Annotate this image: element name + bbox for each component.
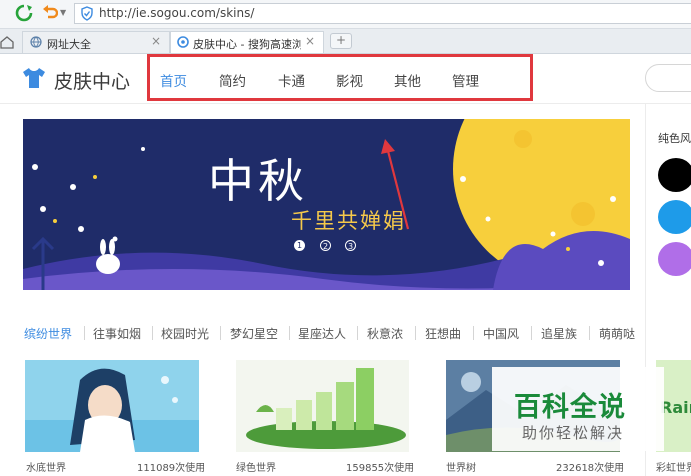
skin-thumbnail-underwater[interactable]: [25, 360, 199, 452]
side-panel-title: 纯色风: [658, 132, 691, 145]
banner-dot-2[interactable]: 2: [320, 240, 331, 251]
category-5[interactable]: 秋意浓: [367, 325, 403, 342]
category-divider: [473, 326, 474, 340]
skin-thumbnail-green[interactable]: [236, 360, 409, 452]
sogou-icon: [177, 36, 189, 48]
category-9[interactable]: 萌萌哒: [599, 325, 635, 342]
home-icon[interactable]: [0, 34, 14, 49]
undo-icon[interactable]: [42, 5, 59, 21]
tab-bar: 网址大全 × 皮肤中心 - 搜狗高速浏览 × +: [0, 29, 691, 54]
category-divider: [357, 326, 358, 340]
category-divider: [589, 326, 590, 340]
category-divider: [152, 326, 153, 340]
watermark-title: 百科全说: [514, 392, 626, 423]
category-0[interactable]: 缤纷世界: [24, 325, 72, 342]
category-divider: [289, 326, 290, 340]
banner-title: 中秋: [208, 154, 308, 208]
category-2[interactable]: 校园时光: [161, 325, 209, 342]
tab-label: 皮肤中心 - 搜狗高速浏览: [193, 38, 301, 51]
close-icon[interactable]: ×: [151, 34, 161, 48]
thumbnail-text: Rair: [660, 398, 691, 417]
plus-icon: +: [335, 33, 347, 47]
category-1[interactable]: 往事如烟: [93, 325, 141, 342]
category-divider: [220, 326, 221, 340]
tshirt-logo-icon: [22, 67, 46, 89]
refresh-icon[interactable]: [15, 4, 33, 22]
close-icon[interactable]: ×: [305, 34, 315, 48]
new-tab-button[interactable]: +: [330, 33, 352, 49]
address-bar[interactable]: http://ie.sogou.com/skins/: [74, 3, 691, 24]
site-title[interactable]: 皮肤中心: [54, 67, 130, 94]
category-7[interactable]: 中国风: [483, 325, 519, 342]
category-8[interactable]: 追星族: [541, 325, 577, 342]
undo-dropdown-icon[interactable]: ▼: [60, 8, 66, 17]
nav-highlight-box: [147, 54, 533, 101]
baike-watermark: 百科全说 助你轻松解决: [492, 367, 664, 451]
card-name[interactable]: 彩虹世界: [656, 459, 691, 474]
category-divider: [531, 326, 532, 340]
banner-subtitle: 千里共婵娟: [291, 209, 406, 233]
category-divider: [415, 326, 416, 340]
swatch-purple[interactable]: [658, 242, 691, 276]
banner-dot-1[interactable]: 1: [294, 240, 305, 251]
address-url: http://ie.sogou.com/skins/: [99, 6, 255, 20]
swatch-black[interactable]: [658, 158, 691, 192]
tab-nav-sites[interactable]: 网址大全 ×: [22, 31, 170, 53]
header-divider: [0, 103, 691, 104]
tab-skin-center[interactable]: 皮肤中心 - 搜狗高速浏览 ×: [170, 31, 324, 53]
category-4[interactable]: 星座达人: [298, 325, 346, 342]
category-3[interactable]: 梦幻星空: [230, 325, 278, 342]
swatch-blue[interactable]: [658, 200, 691, 234]
shield-icon: [80, 6, 94, 21]
banner[interactable]: 中秋 千里共婵娟 1 2 3: [23, 119, 630, 290]
card-name[interactable]: 绿色世界: [236, 459, 276, 474]
card-uses: 111089次使用: [137, 463, 206, 474]
card-uses: 232618次使用: [556, 463, 625, 474]
search-input[interactable]: [645, 64, 691, 92]
card-name[interactable]: 世界树: [446, 459, 476, 474]
category-divider: [84, 326, 85, 340]
category-6[interactable]: 狂想曲: [425, 325, 461, 342]
browser-toolbar: ▼ http://ie.sogou.com/skins/: [0, 0, 691, 29]
card-uses: 159855次使用: [346, 463, 415, 474]
banner-dot-3[interactable]: 3: [345, 240, 356, 251]
tab-label: 网址大全: [47, 38, 91, 51]
globe-icon: [30, 36, 42, 48]
card-name[interactable]: 水底世界: [26, 459, 66, 474]
watermark-subtitle: 助你轻松解决: [522, 424, 625, 442]
